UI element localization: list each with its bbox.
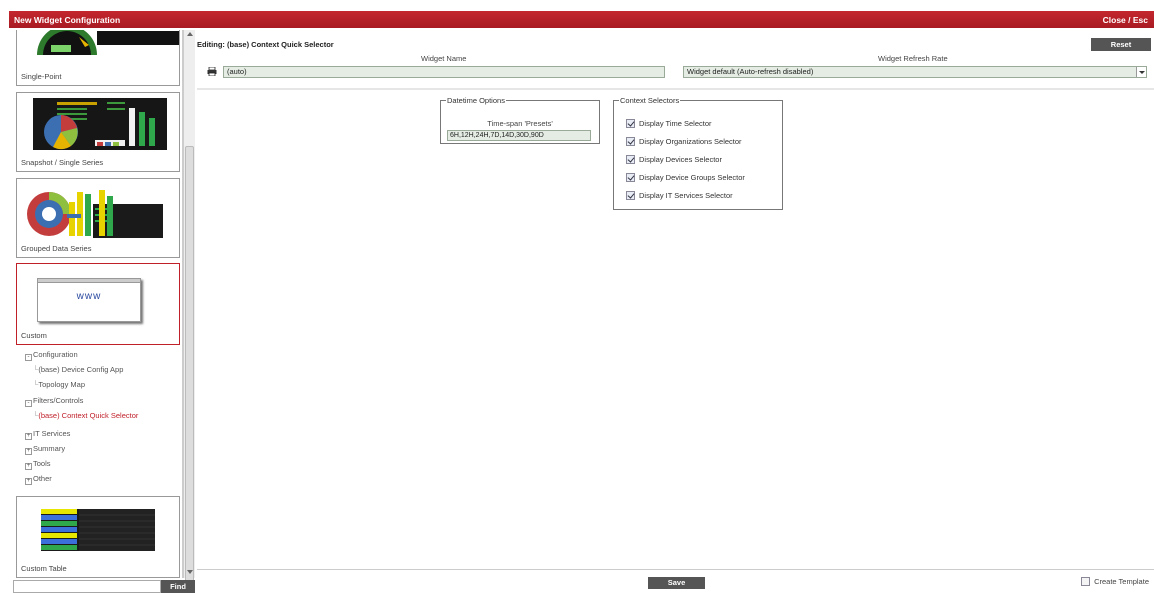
refresh-rate-select[interactable]: Widget default (Auto-refresh disabled)	[683, 66, 1147, 78]
find-button[interactable]: Find	[161, 580, 195, 593]
tree-item-tools[interactable]: + Tools	[25, 459, 51, 470]
tree-item-label: Summary	[33, 444, 66, 453]
option-devices-selector[interactable]: Display Devices Selector	[626, 155, 722, 164]
create-template-option[interactable]: Create Template	[1081, 577, 1149, 586]
grouped-thumbnail	[27, 190, 163, 238]
card-label: Custom Table	[21, 564, 67, 573]
expand-icon[interactable]: +	[25, 433, 32, 440]
create-template-label: Create Template	[1094, 577, 1149, 586]
widget-name-input[interactable]: (auto)	[223, 66, 665, 78]
option-label: Display IT Services Selector	[639, 191, 733, 200]
sidebar-scrollbar[interactable]	[183, 30, 195, 593]
snapshot-thumbnail	[33, 98, 167, 150]
browser-thumbnail: www	[37, 278, 141, 322]
widget-type-sidebar: Single-Point Snapshot / Single Series Gr…	[13, 30, 183, 578]
printer-icon[interactable]	[207, 67, 217, 76]
tree-item-label: Other	[33, 474, 52, 483]
widget-type-custom-table[interactable]: Custom Table	[16, 496, 180, 578]
footer-divider	[197, 569, 1154, 570]
context-selectors-legend: Context Selectors	[620, 96, 680, 105]
save-button[interactable]: Save	[648, 577, 705, 589]
refresh-rate-header: Widget Refresh Rate	[878, 54, 948, 63]
widget-type-grouped-data-series[interactable]: Grouped Data Series	[16, 178, 180, 258]
option-organizations-selector[interactable]: Display Organizations Selector	[626, 137, 742, 146]
tree-item-context-quick-selector[interactable]: └(base) Context Quick Selector	[33, 411, 138, 420]
checkbox[interactable]	[1081, 577, 1091, 586]
tree-item-label: (base) Context Quick Selector	[38, 411, 139, 420]
close-button[interactable]: Close / Esc	[1103, 15, 1148, 25]
find-input[interactable]	[13, 580, 161, 593]
widget-type-custom[interactable]: www Custom	[16, 263, 180, 345]
tree-item-label: Topology Map	[38, 380, 86, 389]
option-label: Display Devices Selector	[639, 155, 722, 164]
tree-item-label: IT Services	[33, 429, 71, 438]
checkbox[interactable]	[626, 191, 635, 200]
tree-item-label: Configuration	[33, 350, 78, 359]
www-text: www	[76, 291, 102, 302]
chevron-down-icon[interactable]	[1136, 67, 1146, 77]
option-device-groups-selector[interactable]: Display Device Groups Selector	[626, 173, 745, 182]
collapse-icon[interactable]: -	[25, 354, 32, 361]
collapse-icon[interactable]: -	[25, 400, 32, 407]
timespan-presets-input[interactable]: 6H,12H,24H,7D,14D,30D,90D	[447, 130, 591, 141]
refresh-rate-value: Widget default (Auto-refresh disabled)	[687, 67, 814, 76]
datetime-options-group: Datetime Options Time-span 'Presets' 6H,…	[440, 96, 600, 144]
header-divider	[197, 88, 1154, 90]
reset-button[interactable]: Reset	[1091, 38, 1151, 51]
widget-type-snapshot[interactable]: Snapshot / Single Series	[16, 92, 180, 172]
tree-item-filters-controls[interactable]: - Filters/Controls	[25, 396, 83, 407]
tree-item-it-services[interactable]: + IT Services	[25, 429, 70, 440]
checkbox[interactable]	[626, 173, 635, 182]
card-label: Custom	[21, 331, 47, 340]
option-label: Display Organizations Selector	[639, 137, 742, 146]
tree-item-configuration[interactable]: - Configuration	[25, 350, 78, 361]
checkbox[interactable]	[626, 119, 635, 128]
card-label: Grouped Data Series	[21, 244, 92, 253]
option-it-services-selector[interactable]: Display IT Services Selector	[626, 191, 733, 200]
widget-editor: Editing: (base) Context Quick Selector R…	[197, 30, 1154, 593]
scroll-down-icon[interactable]	[187, 570, 193, 574]
tree-item-summary[interactable]: + Summary	[25, 444, 65, 455]
context-selectors-group: Context Selectors Display Time Selector …	[613, 96, 783, 210]
tree-item-device-config-app[interactable]: └(base) Device Config App	[33, 365, 123, 374]
scroll-thumb[interactable]	[185, 146, 194, 593]
tree-item-other[interactable]: + Other	[25, 474, 52, 485]
option-label: Display Device Groups Selector	[639, 173, 745, 182]
card-label: Snapshot / Single Series	[21, 158, 104, 167]
editor-title: Editing: (base) Context Quick Selector	[197, 40, 334, 49]
tree-item-label: (base) Device Config App	[38, 365, 124, 374]
widget-type-single-point[interactable]: Single-Point	[16, 30, 180, 86]
gauge-thumbnail	[37, 30, 179, 55]
option-label: Display Time Selector	[639, 119, 712, 128]
scroll-up-icon[interactable]	[187, 32, 193, 36]
table-thumbnail	[41, 509, 155, 551]
tree-item-label: Filters/Controls	[33, 396, 84, 405]
option-time-selector[interactable]: Display Time Selector	[626, 119, 712, 128]
checkbox[interactable]	[626, 137, 635, 146]
datetime-options-legend: Datetime Options	[447, 96, 505, 105]
tree-item-topology-map[interactable]: └Topology Map	[33, 380, 85, 389]
widget-name-header: Widget Name	[421, 54, 467, 63]
expand-icon[interactable]: +	[25, 448, 32, 455]
timespan-label: Time-span 'Presets'	[487, 119, 553, 128]
window-title: New Widget Configuration	[14, 15, 121, 25]
checkbox[interactable]	[626, 155, 635, 164]
expand-icon[interactable]: +	[25, 463, 32, 470]
expand-icon[interactable]: +	[25, 478, 32, 485]
card-label: Single-Point	[21, 72, 62, 81]
window-title-bar: New Widget Configuration Close / Esc	[9, 11, 1154, 28]
tree-item-label: Tools	[33, 459, 51, 468]
